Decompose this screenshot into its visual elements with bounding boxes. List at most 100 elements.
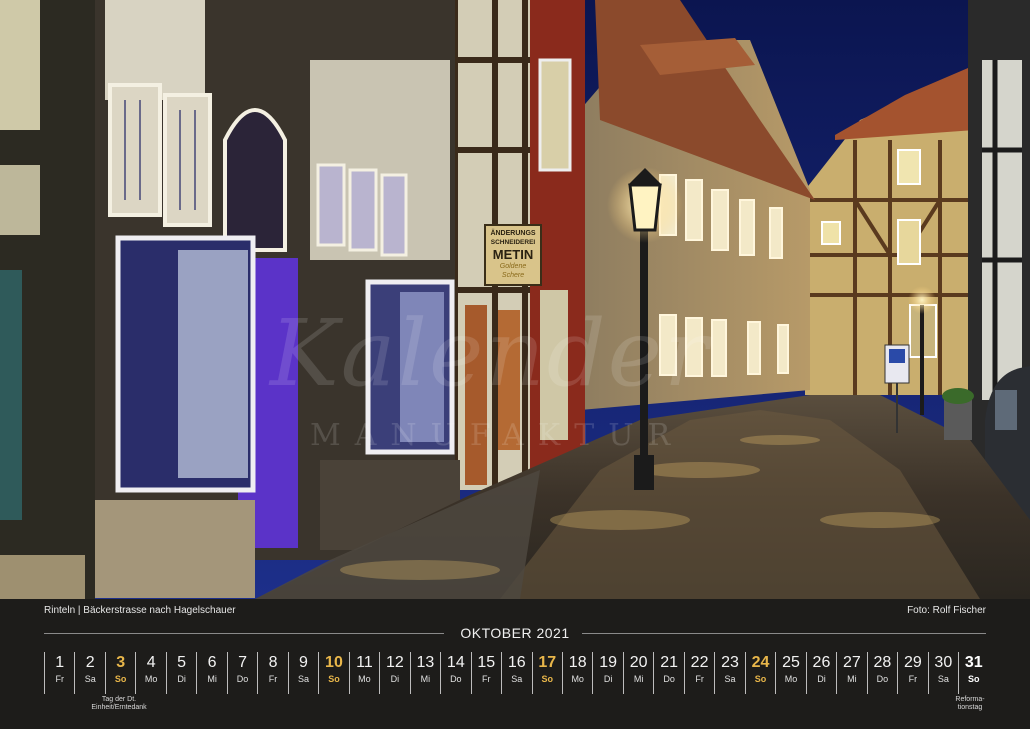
day-cell: 1 Fr (44, 652, 74, 694)
day-cell: 17 So (531, 652, 562, 694)
day-cell: 24 So (744, 652, 775, 694)
weekday-abbrev: Mi (847, 674, 857, 684)
day-number: 5 (177, 654, 187, 671)
weekday-abbrev: Di (817, 674, 826, 684)
weekday-abbrev: Mo (144, 674, 158, 684)
street-scene-illustration (0, 0, 1030, 599)
day-number: 9 (299, 654, 308, 671)
day-number: 24 (751, 654, 770, 671)
weekday-abbrev: Mi (207, 674, 217, 684)
weekday-abbrev: So (114, 674, 127, 684)
day-cell: 2 Sa (74, 652, 104, 694)
weekday-abbrev: Di (177, 674, 186, 684)
day-cell: 4 Mo (135, 652, 165, 694)
shop-sign-line1: ÄNDERUNGS (490, 230, 536, 237)
day-number: 10 (325, 654, 343, 671)
day-cell: 25 Mo (775, 652, 805, 694)
day-cell: 27 Mi (836, 652, 866, 694)
shop-sign-line4: Goldene (499, 263, 527, 270)
shop-sign-line3: METIN (492, 247, 534, 262)
day-number: 7 (238, 654, 247, 671)
day-number: 23 (721, 654, 739, 671)
day-number: 28 (873, 654, 892, 671)
weekday-abbrev: Sa (511, 674, 523, 684)
shop-sign: ÄNDERUNGS SCHNEIDEREI METIN Goldene Sche… (484, 224, 542, 286)
weekday-abbrev: Do (663, 674, 675, 684)
day-cell: 10 So (318, 652, 348, 694)
day-cell: 16 Sa (501, 652, 531, 694)
day-cell: 3 So (104, 652, 135, 694)
day-number: 15 (477, 654, 496, 671)
weekday-abbrev: So (328, 674, 340, 684)
day-number: 11 (356, 654, 373, 671)
day-number: 12 (385, 654, 404, 671)
day-number: 30 (934, 654, 953, 671)
day-number: 29 (903, 654, 922, 671)
holiday-note-day-3: Tag der Dt. Einheit/Erntedank (91, 696, 147, 711)
day-number: 22 (690, 654, 709, 671)
weekday-abbrev: Sa (297, 674, 309, 684)
day-cell: 21 Do (653, 652, 683, 694)
day-grid: 1 Fr 2 Sa 3 So 4 Mo 5 Di 6 Mi 7 Do 8 Fr 9 Sa 10 So 11 Mo 12 Di 1… (44, 652, 989, 694)
day-cell: 8 Fr (257, 652, 287, 694)
weekday-abbrev: Sa (84, 674, 96, 684)
day-cell: 28 Do (866, 652, 897, 694)
day-number: 25 (782, 654, 800, 671)
weekday-abbrev: Fr (695, 674, 704, 684)
day-number: 19 (599, 654, 618, 671)
shop-sign-line2: SCHNEIDEREI (490, 239, 536, 246)
day-cell: 12 Di (379, 652, 409, 694)
weekday-abbrev: Fr (55, 674, 64, 684)
month-header: OKTOBER 2021 (44, 625, 986, 643)
weekday-abbrev: Do (450, 674, 462, 684)
day-cell: 13 Mi (409, 652, 440, 694)
weekday-abbrev: Mo (784, 674, 798, 684)
day-number: 4 (146, 654, 156, 671)
holiday-note-day-31: Reforma-tionstag (955, 696, 985, 711)
weekday-abbrev: Di (390, 674, 400, 684)
day-number: 1 (55, 654, 65, 671)
weekday-abbrev: Do (236, 674, 249, 684)
month-divider-right (582, 633, 986, 634)
day-cell: 18 Mo (561, 652, 592, 694)
day-cell: 20 Mi (622, 652, 653, 694)
day-number: 20 (629, 654, 648, 671)
weekday-abbrev: So (541, 674, 553, 684)
photo-location-caption: Rinteln | Bäckerstrasse nach Hagelschaue… (44, 605, 236, 616)
day-number: 27 (843, 654, 861, 671)
day-number: 2 (85, 654, 95, 671)
weekday-abbrev: Do (876, 674, 889, 684)
day-number: 14 (446, 654, 465, 671)
day-cell: 9 Sa (287, 652, 318, 694)
day-cell: 5 Di (165, 652, 196, 694)
weekday-abbrev: Sa (724, 674, 736, 684)
day-cell: 7 Do (226, 652, 257, 694)
day-number: 8 (268, 654, 278, 671)
day-number: 26 (812, 654, 831, 671)
day-cell: 14 Do (440, 652, 470, 694)
day-cell: 30 Sa (927, 652, 958, 694)
day-number: 18 (568, 654, 587, 671)
day-cell: 11 Mo (348, 652, 379, 694)
calendar-strip: Rinteln | Bäckerstrasse nach Hagelschaue… (0, 599, 1030, 729)
day-number: 17 (538, 654, 557, 671)
weekday-abbrev: So (754, 674, 767, 684)
weekday-abbrev: Di (603, 674, 613, 684)
day-number: 21 (660, 654, 678, 671)
day-cell: 22 Fr (683, 652, 714, 694)
day-cell: 15 Fr (470, 652, 501, 694)
weekday-abbrev: So (968, 674, 980, 684)
day-number: 31 (964, 654, 983, 671)
weekday-abbrev: Sa (937, 674, 949, 684)
day-cell: 6 Mi (196, 652, 226, 694)
weekday-abbrev: Fr (908, 674, 918, 684)
day-cell: 26 Di (805, 652, 836, 694)
calendar-photo: ÄNDERUNGS SCHNEIDEREI METIN Goldene Sche… (0, 0, 1030, 599)
day-cell: 29 Fr (897, 652, 927, 694)
weekday-abbrev: Mo (358, 674, 371, 684)
shop-sign-line5: Schere (501, 272, 525, 279)
day-number: 16 (507, 654, 526, 671)
day-cell: 19 Di (592, 652, 622, 694)
day-number: 13 (416, 654, 435, 671)
day-number: 3 (116, 654, 126, 671)
